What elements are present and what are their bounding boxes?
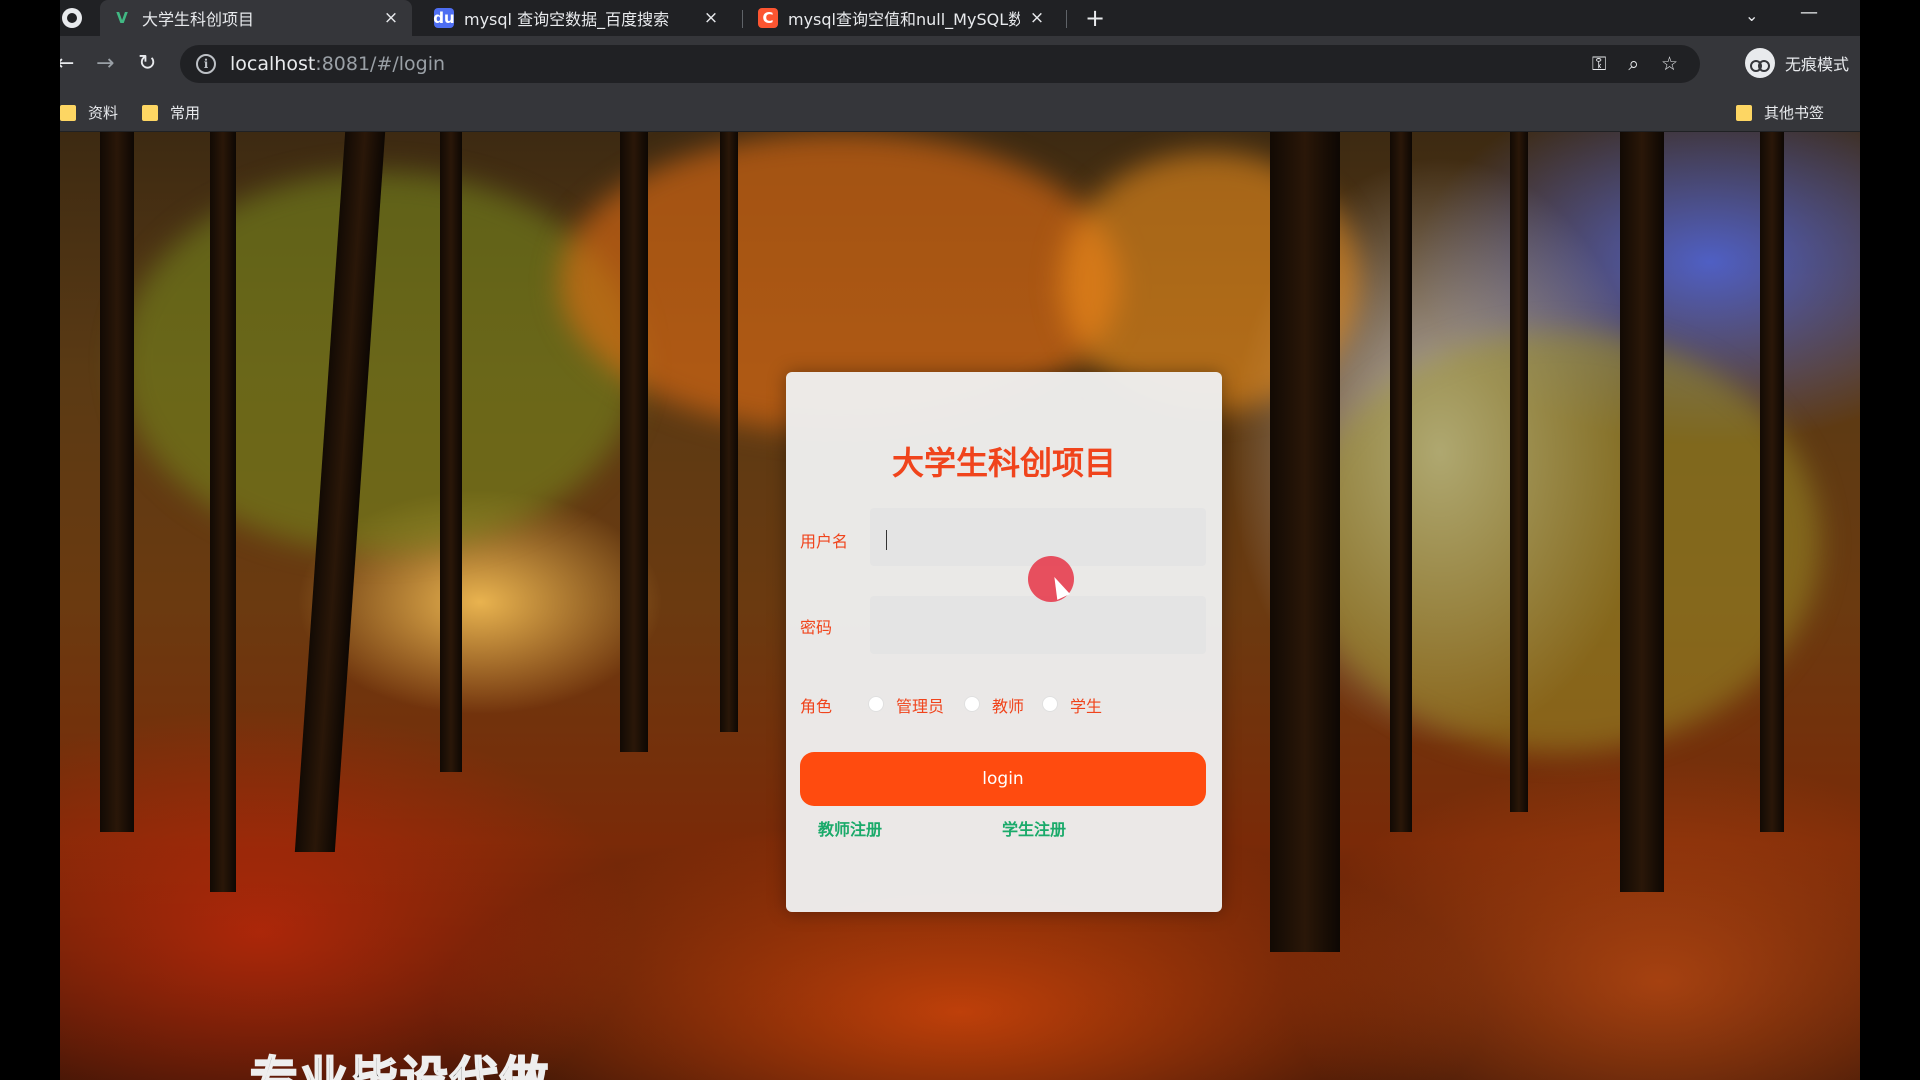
tab-title: mysql 查询空数据_百度搜索 bbox=[464, 10, 670, 29]
tab-title: 大学生科创项目 bbox=[142, 10, 255, 29]
forward-arrow-icon[interactable]: → bbox=[96, 50, 114, 78]
login-card: 大学生科创项目 用户名 密码 角色 管理员 教师 学生 login 教师注册 学… bbox=[786, 372, 1222, 912]
minimize-window-icon[interactable]: — bbox=[1800, 2, 1818, 23]
tree-trunk bbox=[720, 132, 738, 732]
foliage-left bbox=[120, 172, 640, 552]
video-subtitle: 专业毕设代做 bbox=[250, 1051, 551, 1080]
tree-trunk bbox=[100, 132, 134, 832]
role-selector: 角色 管理员 教师 学生 bbox=[786, 692, 1222, 716]
bookmark-folder-ziliao[interactable]: 资料 bbox=[60, 102, 118, 123]
role-label: 角色 bbox=[800, 697, 833, 716]
tab-kechuang[interactable]: V 大学生科创项目 × bbox=[100, 0, 412, 36]
role-radio-student[interactable] bbox=[1042, 696, 1058, 712]
role-label-student[interactable]: 学生 bbox=[1070, 693, 1102, 717]
text-caret bbox=[886, 530, 887, 550]
bookmark-folder-other[interactable]: 其他书签 bbox=[1736, 102, 1824, 123]
new-tab-button[interactable]: + bbox=[1085, 4, 1105, 32]
incognito-profile[interactable]: 无痕模式 bbox=[1745, 48, 1849, 78]
back-arrow-icon[interactable]: ← bbox=[60, 50, 74, 78]
bookmark-label: 常用 bbox=[170, 104, 201, 122]
foliage-right bbox=[1300, 332, 1820, 752]
login-page: 大学生科创项目 用户名 密码 角色 管理员 教师 学生 login 教师注册 学… bbox=[60, 132, 1860, 1080]
tree-trunk bbox=[1620, 132, 1664, 892]
folder-icon bbox=[142, 104, 158, 121]
profile-label: 无痕模式 bbox=[1785, 55, 1850, 74]
close-tab-icon[interactable]: × bbox=[1028, 8, 1046, 28]
tree-trunk bbox=[1760, 132, 1784, 832]
role-label-admin[interactable]: 管理员 bbox=[896, 693, 944, 717]
bookmarks-bar: 资料 常用 其他书签 bbox=[60, 92, 1860, 132]
tree-trunk bbox=[440, 132, 462, 772]
tab-csdn[interactable]: C mysql查询空值和null_MySQL数 × bbox=[746, 0, 1058, 36]
browser-toolbar: ← → ↻ i localhost:8081/#/login ⚿ ⌕ ☆ 无痕模… bbox=[60, 36, 1860, 92]
role-radio-teacher[interactable] bbox=[964, 696, 980, 712]
zoom-icon[interactable]: ⌕ bbox=[1628, 53, 1639, 75]
tab-search-chevron-icon[interactable]: ⌄ bbox=[1745, 6, 1758, 25]
bookmark-folder-changyong[interactable]: 常用 bbox=[142, 102, 200, 123]
browser-menu-icon[interactable] bbox=[62, 8, 82, 28]
screen: V 大学生科创项目 × du mysql 查询空数据_百度搜索 × C mysq… bbox=[60, 0, 1860, 1080]
tab-baidu[interactable]: du mysql 查询空数据_百度搜索 × bbox=[422, 0, 732, 36]
password-label: 密码 bbox=[800, 618, 833, 637]
login-button[interactable]: login bbox=[800, 752, 1206, 806]
tree-trunk bbox=[1390, 132, 1412, 832]
incognito-icon bbox=[1745, 48, 1775, 78]
teacher-register-link[interactable]: 教师注册 bbox=[818, 816, 882, 840]
tab-separator bbox=[1066, 10, 1067, 28]
tree-trunk bbox=[1270, 132, 1340, 952]
reload-icon[interactable]: ↻ bbox=[138, 50, 156, 78]
vue-icon: V bbox=[116, 9, 128, 27]
tree-trunk bbox=[620, 132, 648, 752]
close-tab-icon[interactable]: × bbox=[382, 8, 400, 28]
password-input[interactable] bbox=[870, 596, 1206, 654]
role-label-teacher[interactable]: 教师 bbox=[992, 693, 1024, 717]
address-bar-actions: ⚿ ⌕ ☆ bbox=[1592, 45, 1700, 83]
csdn-icon: C bbox=[758, 8, 778, 28]
key-icon[interactable]: ⚿ bbox=[1592, 53, 1606, 75]
bookmark-label: 其他书签 bbox=[1764, 104, 1825, 122]
bookmark-label: 资料 bbox=[88, 104, 119, 122]
tab-strip: V 大学生科创项目 × du mysql 查询空数据_百度搜索 × C mysq… bbox=[60, 0, 1860, 36]
folder-icon bbox=[60, 104, 76, 121]
address-bar[interactable]: i localhost:8081/#/login ⚿ ⌕ ☆ bbox=[180, 45, 1700, 83]
site-info-icon[interactable]: i bbox=[196, 54, 216, 74]
url-text[interactable]: localhost:8081/#/login bbox=[230, 53, 445, 75]
role-radio-admin[interactable] bbox=[868, 696, 884, 712]
student-register-link[interactable]: 学生注册 bbox=[1002, 816, 1066, 840]
tree-trunk bbox=[1510, 132, 1528, 812]
tab-separator bbox=[742, 10, 743, 28]
folder-icon bbox=[1736, 104, 1752, 121]
tab-title: mysql查询空值和null_MySQL数 bbox=[788, 10, 1020, 29]
close-tab-icon[interactable]: × bbox=[702, 8, 720, 28]
login-title: 大学生科创项目 bbox=[891, 444, 1116, 482]
username-label: 用户名 bbox=[800, 532, 849, 551]
baidu-icon: du bbox=[433, 8, 455, 28]
username-input[interactable] bbox=[870, 508, 1206, 566]
bookmark-star-icon[interactable]: ☆ bbox=[1661, 53, 1678, 75]
tree-trunk bbox=[210, 132, 236, 892]
